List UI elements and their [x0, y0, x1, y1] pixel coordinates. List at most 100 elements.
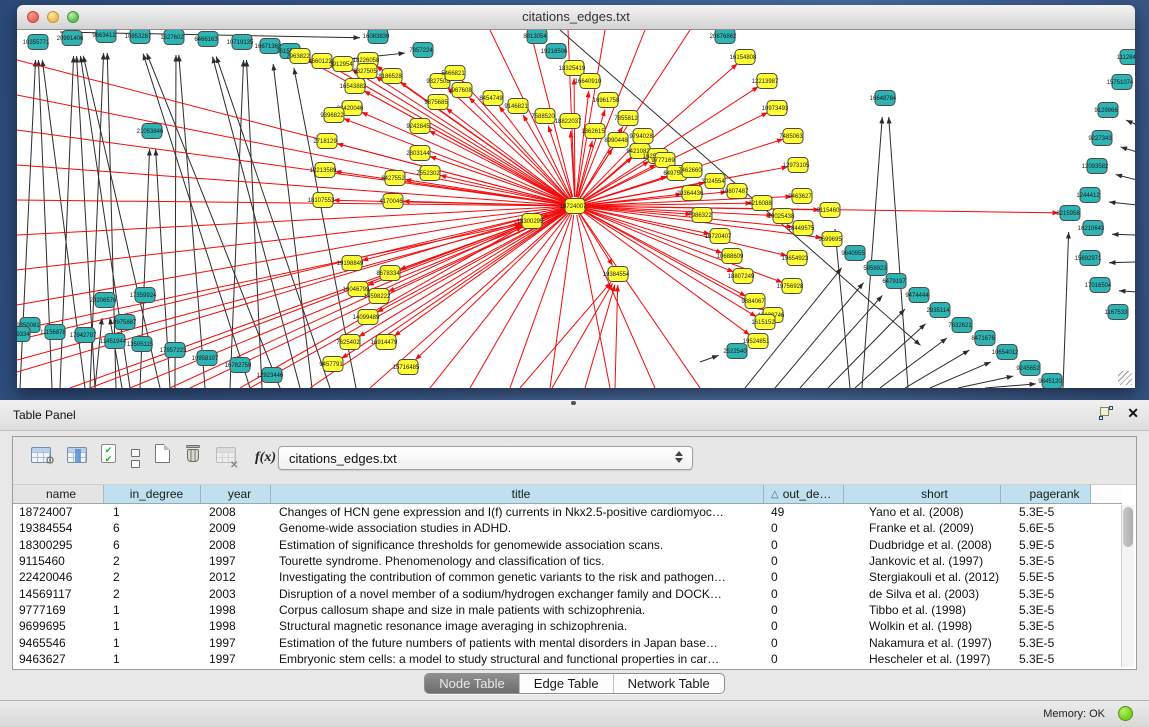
- table-cell[interactable]: 19384554: [13, 521, 104, 535]
- table-cell[interactable]: Structural magnetic resonance image aver…: [271, 619, 764, 633]
- table-row[interactable]: 911546021997Tourette syndrome. Phenomeno…: [13, 553, 1122, 569]
- column-header-title[interactable]: title: [271, 485, 764, 503]
- table-cell[interactable]: 1: [104, 505, 201, 519]
- table-cell[interactable]: 2008: [201, 505, 271, 519]
- table-cell[interactable]: 18300295: [13, 538, 104, 552]
- table-cell[interactable]: 5.3E-5: [1001, 587, 1091, 601]
- table-cell[interactable]: 6: [104, 538, 201, 552]
- table-cell[interactable]: 5.3E-5: [1001, 619, 1091, 633]
- column-header-year[interactable]: year: [201, 485, 271, 503]
- table-cell[interactable]: 5.3E-5: [1001, 636, 1091, 650]
- table-cell[interactable]: Nakamura et al. (1997): [844, 636, 1001, 650]
- column-header-out_de[interactable]: △out_de…: [764, 485, 844, 503]
- table-cell[interactable]: 18724007: [13, 505, 104, 519]
- new-document-icon[interactable]: [155, 444, 170, 468]
- table-cell[interactable]: 5.9E-5: [1001, 538, 1091, 552]
- table-cell[interactable]: Wolkin et al. (1998): [844, 619, 1001, 633]
- delete-table-icon[interactable]: ✕: [216, 447, 244, 468]
- table-cell[interactable]: 2008: [201, 538, 271, 552]
- graph-window-titlebar[interactable]: citations_edges.txt: [17, 5, 1135, 30]
- table-selector-dropdown[interactable]: citations_edges.txt: [278, 446, 693, 470]
- trash-icon[interactable]: [185, 443, 201, 468]
- table-cell[interactable]: 0: [764, 652, 844, 666]
- table-cell[interactable]: Dudbridge et al. (2008): [844, 538, 1001, 552]
- table-row[interactable]: 1456911722003Disruption of a novel membe…: [13, 585, 1122, 601]
- table-cell[interactable]: Yano et al. (2008): [844, 505, 1001, 519]
- table-row[interactable]: 946554611997Estimation of the future num…: [13, 634, 1122, 650]
- table-cell[interactable]: 5.6E-5: [1001, 521, 1091, 535]
- table-row[interactable]: 1872400712008Changes of HCN gene express…: [13, 504, 1122, 520]
- table-cell[interactable]: Investigating the contribution of common…: [271, 570, 764, 584]
- table-cell[interactable]: 9465546: [13, 636, 104, 650]
- table-cell[interactable]: 0: [764, 636, 844, 650]
- table-cell[interactable]: 5.3E-5: [1001, 652, 1091, 666]
- table-cell[interactable]: 1998: [201, 619, 271, 633]
- table-cell[interactable]: 1: [104, 636, 201, 650]
- table-cell[interactable]: Franke et al. (2009): [844, 521, 1001, 535]
- row-checks-icon[interactable]: ✔✔: [101, 444, 116, 467]
- column-visibility-icon[interactable]: [67, 447, 87, 468]
- function-builder-icon[interactable]: f(x): [255, 450, 276, 466]
- table-row[interactable]: 969969511998Structural magnetic resonanc…: [13, 618, 1122, 634]
- table-cell[interactable]: 22420046: [13, 570, 104, 584]
- table-row[interactable]: 1938455462009Genome-wide association stu…: [13, 520, 1122, 536]
- scrollbar-thumb[interactable]: [1123, 507, 1133, 547]
- table-cell[interactable]: 1: [104, 603, 201, 617]
- table-row[interactable]: 1830029562008Estimation of significance …: [13, 537, 1122, 553]
- column-header-in_degree[interactable]: in_degree: [104, 485, 201, 503]
- tab-network-table[interactable]: Network Table: [614, 674, 724, 693]
- table-cell[interactable]: 1998: [201, 603, 271, 617]
- table-cell[interactable]: 9777169: [13, 603, 104, 617]
- table-cell[interactable]: Genome-wide association studies in ADHD.: [271, 521, 764, 535]
- column-header-short[interactable]: short: [844, 485, 1001, 503]
- table-row[interactable]: 946362711997Embryonic stem cells: a mode…: [13, 651, 1122, 667]
- resize-grip-icon[interactable]: [1118, 371, 1132, 385]
- table-cell[interactable]: 14569117: [13, 587, 104, 601]
- table-cell[interactable]: Corpus callosum shape and size in male p…: [271, 603, 764, 617]
- table-cell[interactable]: 2012: [201, 570, 271, 584]
- table-cell[interactable]: 9115460: [13, 554, 104, 568]
- close-panel-icon[interactable]: ✕: [1127, 406, 1139, 420]
- table-cell[interactable]: 1997: [201, 636, 271, 650]
- table-cell[interactable]: 9699695: [13, 619, 104, 633]
- column-header-pagerank[interactable]: pagerank: [1001, 485, 1091, 503]
- tab-node-table[interactable]: Node Table: [425, 674, 520, 693]
- table-cell[interactable]: Estimation of significance thresholds fo…: [271, 538, 764, 552]
- table-cell[interactable]: 0: [764, 538, 844, 552]
- table-cell[interactable]: 2: [104, 570, 201, 584]
- table-cell[interactable]: 2: [104, 554, 201, 568]
- table-cell[interactable]: 49: [764, 505, 844, 519]
- table-cell[interactable]: de Silva et al. (2003): [844, 587, 1001, 601]
- table-cell[interactable]: 0: [764, 554, 844, 568]
- table-cell[interactable]: 5.3E-5: [1001, 554, 1091, 568]
- table-cell[interactable]: 0: [764, 603, 844, 617]
- table-cell[interactable]: Embryonic stem cells: a model to study s…: [271, 652, 764, 666]
- float-panel-icon[interactable]: [1099, 406, 1113, 420]
- table-cell[interactable]: Estimation of the future numbers of pati…: [271, 636, 764, 650]
- table-row[interactable]: 977716911998Corpus callosum shape and si…: [13, 602, 1122, 618]
- table-cell[interactable]: 6: [104, 521, 201, 535]
- table-cell[interactable]: 2: [104, 587, 201, 601]
- column-header-name[interactable]: name: [13, 485, 104, 503]
- table-cell[interactable]: 0: [764, 619, 844, 633]
- table-cell[interactable]: 5.3E-5: [1001, 603, 1091, 617]
- table-cell[interactable]: 1: [104, 619, 201, 633]
- table-cell[interactable]: 0: [764, 587, 844, 601]
- table-cell[interactable]: Hescheler et al. (1997): [844, 652, 1001, 666]
- splitter-handle[interactable]: [571, 401, 576, 405]
- table-cell[interactable]: 2009: [201, 521, 271, 535]
- network-canvas[interactable]: 1035577120991406966341210853287152760264…: [17, 30, 1135, 388]
- table-cell[interactable]: Disruption of a novel member of a sodium…: [271, 587, 764, 601]
- table-cell[interactable]: 1: [104, 652, 201, 666]
- vertical-scrollbar[interactable]: [1121, 505, 1134, 667]
- table-settings-icon[interactable]: ⚙: [31, 447, 51, 468]
- table-cell[interactable]: 5.5E-5: [1001, 570, 1091, 584]
- tab-edge-table[interactable]: Edge Table: [520, 674, 614, 693]
- table-cell[interactable]: 0: [764, 570, 844, 584]
- table-cell[interactable]: Changes of HCN gene expression and I(f) …: [271, 505, 764, 519]
- table-cell[interactable]: 9463627: [13, 652, 104, 666]
- table-cell[interactable]: 0: [764, 521, 844, 535]
- table-cell[interactable]: Tourette syndrome. Phenomenology and cla…: [271, 554, 764, 568]
- table-cell[interactable]: 1997: [201, 652, 271, 666]
- table-cell[interactable]: Jankovic et al. (1997): [844, 554, 1001, 568]
